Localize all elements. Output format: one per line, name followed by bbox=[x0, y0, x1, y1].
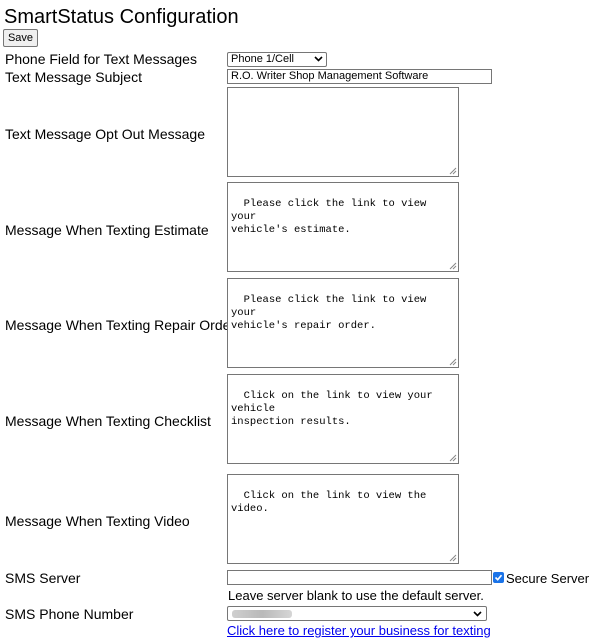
sms-phone-label: SMS Phone Number bbox=[5, 606, 134, 622]
resize-grip-icon[interactable] bbox=[449, 554, 457, 562]
resize-grip-icon[interactable] bbox=[449, 358, 457, 366]
estimate-textarea[interactable]: Please click the link to view your vehic… bbox=[227, 182, 459, 272]
checklist-textarea[interactable]: Click on the link to view your vehicle i… bbox=[227, 374, 459, 464]
register-texting-link[interactable]: Click here to register your business for… bbox=[227, 623, 491, 638]
sms-server-input[interactable] bbox=[227, 570, 492, 585]
secure-server-checkbox[interactable] bbox=[493, 572, 504, 583]
video-value: Click on the link to view the video. bbox=[231, 490, 433, 515]
repair-order-label: Message When Texting Repair Order bbox=[5, 317, 236, 333]
opt-out-textarea[interactable] bbox=[227, 87, 459, 177]
resize-grip-icon[interactable] bbox=[449, 167, 457, 175]
estimate-value: Please click the link to view your vehic… bbox=[231, 198, 427, 236]
secure-server-label[interactable]: Secure Server bbox=[506, 571, 589, 586]
video-textarea[interactable]: Click on the link to view the video. bbox=[227, 474, 459, 564]
phone-field-selected: Phone 1/Cell bbox=[231, 53, 294, 65]
sms-server-label: SMS Server bbox=[5, 570, 81, 586]
check-icon bbox=[494, 574, 503, 581]
phone-field-label: Phone Field for Text Messages bbox=[5, 51, 197, 67]
video-label: Message When Texting Video bbox=[5, 513, 190, 529]
redacted-phone-value bbox=[232, 610, 292, 618]
chevron-down-icon bbox=[314, 56, 323, 62]
chevron-down-icon bbox=[473, 611, 482, 617]
checklist-label: Message When Texting Checklist bbox=[5, 413, 211, 429]
save-button[interactable]: Save bbox=[3, 29, 38, 47]
sms-phone-select[interactable] bbox=[227, 606, 487, 621]
sms-server-note: Leave server blank to use the default se… bbox=[228, 588, 484, 603]
page-title: SmartStatus Configuration bbox=[4, 6, 239, 28]
checklist-value: Click on the link to view your vehicle i… bbox=[231, 390, 433, 428]
resize-grip-icon[interactable] bbox=[449, 262, 457, 270]
subject-label: Text Message Subject bbox=[5, 69, 142, 85]
estimate-label: Message When Texting Estimate bbox=[5, 222, 209, 238]
repair-order-textarea[interactable]: Please click the link to view your vehic… bbox=[227, 278, 459, 368]
phone-field-select[interactable]: Phone 1/Cell bbox=[227, 52, 327, 67]
resize-grip-icon[interactable] bbox=[449, 454, 457, 462]
opt-out-label: Text Message Opt Out Message bbox=[5, 126, 205, 142]
subject-input[interactable]: R.O. Writer Shop Management Software bbox=[227, 69, 492, 84]
repair-order-value: Please click the link to view your vehic… bbox=[231, 294, 427, 332]
